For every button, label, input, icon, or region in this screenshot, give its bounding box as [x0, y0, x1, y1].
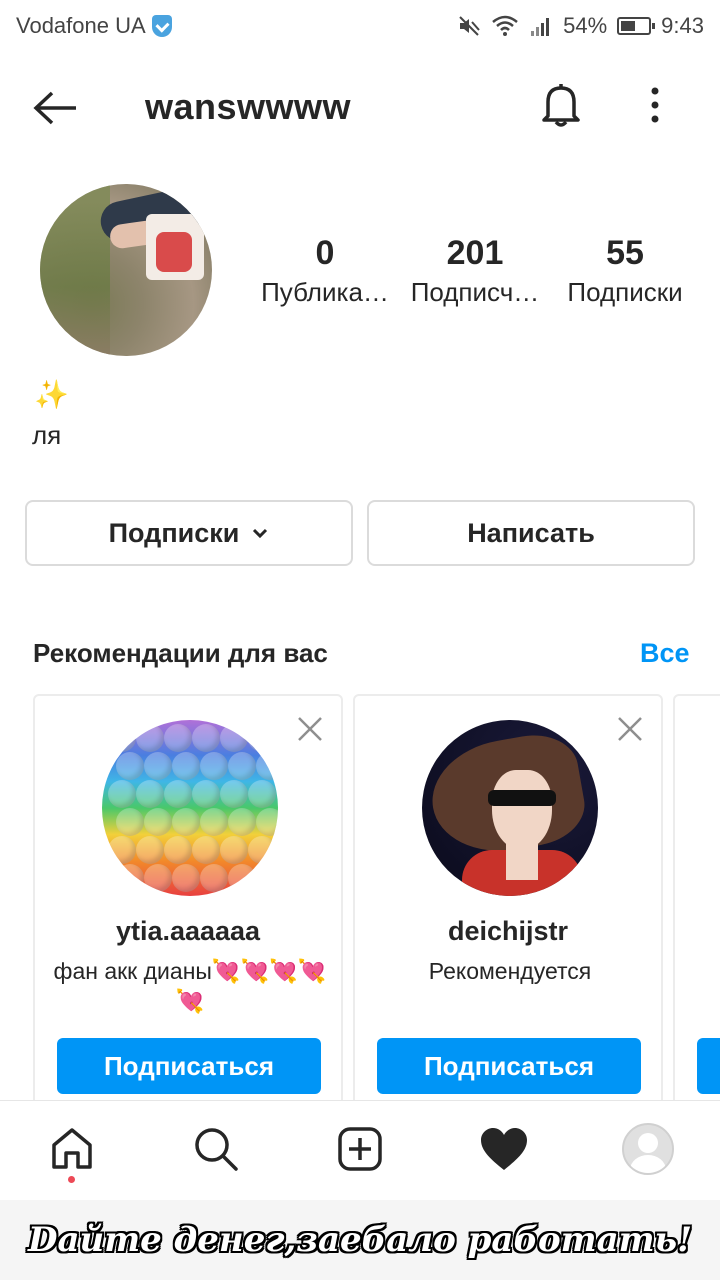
battery-icon — [617, 17, 656, 35]
suggestion-subtitle: Рекомендуется — [428, 958, 592, 984]
stat-label: Публика… — [261, 277, 389, 307]
active-indicator-dot — [68, 1176, 75, 1183]
mute-icon — [459, 16, 480, 36]
suggestion-username[interactable]: ytia.aaaaaa — [35, 916, 341, 947]
profile-header: wanswwww — [0, 60, 720, 152]
suggestion-card[interactable]: deichijstr Рекомендуется Подписаться — [353, 694, 663, 1114]
status-right: 54% 9:43 — [457, 13, 704, 39]
recommendations-title: Рекомендации для вас — [33, 638, 328, 668]
suggestion-subtitle: фан акк дианы💘💘💘💘💘 — [53, 958, 327, 1014]
wifi-icon — [492, 15, 518, 36]
nav-search[interactable] — [188, 1121, 244, 1177]
stat-value: 201 — [446, 234, 504, 272]
bio-text: ля — [32, 420, 62, 450]
following-label: Подписки — [108, 517, 240, 548]
stat-following[interactable]: 55 Подписки — [550, 232, 700, 310]
following-button[interactable]: Подписки — [25, 500, 353, 566]
stat-value: 0 — [315, 234, 335, 272]
stat-label: Подписки — [567, 277, 683, 307]
stat-value: 55 — [606, 234, 644, 272]
stat-posts[interactable]: 0 Публика… — [250, 232, 400, 310]
battery-percent: 54% — [563, 13, 608, 38]
home-icon — [52, 1128, 92, 1169]
search-icon — [195, 1128, 238, 1171]
suggestion-card-partial[interactable] — [673, 694, 720, 1114]
message-button[interactable]: Написать — [367, 500, 695, 566]
follow-button-partial[interactable] — [697, 1038, 720, 1094]
bottom-navigation — [0, 1100, 720, 1198]
stat-label: Подписч… — [410, 277, 540, 307]
clock: 9:43 — [661, 13, 704, 38]
bell-icon — [542, 84, 580, 127]
status-bar: Vodafone UA 54% 9:43 — [0, 0, 720, 52]
suggestion-avatar[interactable] — [102, 720, 278, 896]
more-options-button[interactable] — [640, 82, 670, 128]
follow-button[interactable]: Подписаться — [57, 1038, 321, 1094]
stat-followers[interactable]: 201 Подписч… — [400, 232, 550, 310]
profile-stats: 0 Публика… 201 Подписч… 55 Подписки — [250, 232, 700, 310]
back-arrow-icon — [33, 91, 76, 125]
sparkles-icon: ✨ — [34, 379, 69, 410]
close-icon[interactable] — [615, 714, 645, 744]
chevron-down-icon — [253, 528, 268, 539]
carrier-name: Vodafone UA — [16, 13, 146, 38]
nav-add[interactable] — [332, 1121, 388, 1177]
profile-avatar-icon — [622, 1123, 674, 1175]
caption-overlay: Dайте денег,заебало работать! — [0, 1200, 720, 1280]
page-title: wanswwww — [145, 86, 352, 127]
profile-avatar[interactable] — [40, 184, 212, 356]
nav-activity[interactable] — [476, 1121, 532, 1177]
nav-profile[interactable] — [620, 1121, 676, 1177]
shield-icon — [151, 15, 172, 37]
follow-button[interactable]: Подписаться — [377, 1038, 641, 1094]
close-icon[interactable] — [295, 714, 325, 744]
nav-home[interactable] — [44, 1121, 100, 1177]
suggestion-card[interactable]: ytia.aaaaaa фан акк дианы💘💘💘💘💘 Подписать… — [33, 694, 343, 1114]
suggestion-avatar[interactable] — [422, 720, 598, 896]
signal-icon — [531, 18, 550, 36]
more-vertical-icon — [651, 87, 659, 123]
status-left: Vodafone UA — [16, 13, 172, 39]
see-all-link[interactable]: Все — [640, 638, 690, 669]
caption-text: Dайте денег,заебало работать! — [27, 1220, 693, 1260]
heart-icon — [481, 1128, 527, 1170]
notifications-button[interactable] — [538, 80, 584, 130]
add-post-icon — [338, 1127, 382, 1171]
suggestion-username[interactable]: deichijstr — [355, 916, 661, 947]
back-button[interactable] — [30, 88, 80, 128]
